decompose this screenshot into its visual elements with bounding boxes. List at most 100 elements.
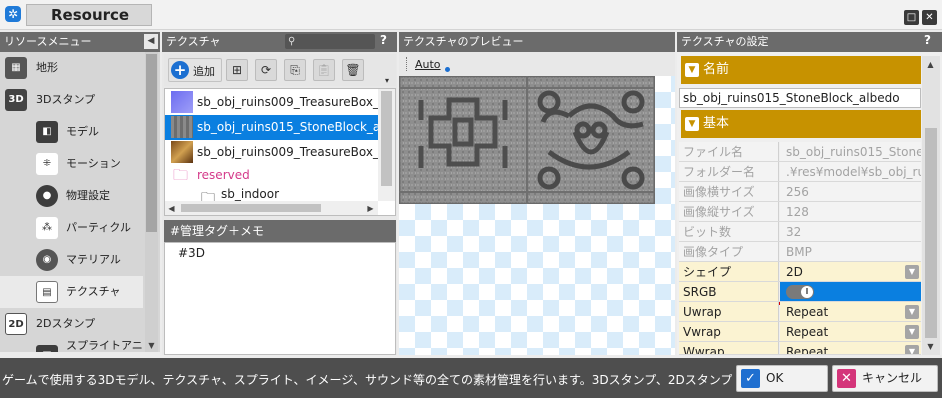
shape-row[interactable]: シェイプ 2D ▼ [679,262,921,282]
menu-item-material[interactable]: ◉ マテリアル [0,244,143,276]
chevron-down-icon: ▼ [685,117,699,131]
collapse-panel-icon[interactable]: ◀ [144,34,158,49]
folder-icon: 🗀︎ [173,166,189,184]
chevron-down-icon[interactable]: ▼ [905,345,919,354]
texture-name: sb_obj_ruins009_TreasureBox_normal [197,145,378,159]
scrollbar-thumb[interactable] [146,54,157,232]
scrollbar-thumb[interactable] [181,204,321,212]
3d-stamp-icon: 3D [5,89,27,111]
texture-name: sb_obj_ruins015_StoneBlock_albedo [197,120,378,134]
menu-item-particle[interactable]: ⁂ パーティクル [0,212,143,244]
property-label: シェイプ [679,262,779,281]
chevron-down-icon[interactable]: ▼ [905,305,919,319]
menu-item-label: 物理設定 [66,189,110,202]
basic-section-label: 基本 [703,116,730,131]
property-label: Uwrap [679,302,779,321]
window-title: Resource [26,4,152,26]
zoom-mode-dropdown[interactable]: Auto [415,58,441,71]
folder-item[interactable]: 🗀︎ reserved [165,163,378,188]
scrollbar-thumb[interactable] [925,128,937,338]
close-icon[interactable]: ✕ [922,10,937,25]
settings-header: テクスチャの設定 [677,32,942,52]
scroll-down-icon[interactable]: ▼ [145,339,158,352]
property-value: BMP [780,242,921,261]
texture-search-input[interactable]: ⚲ [285,34,375,49]
add-button-label: 追加 [193,65,215,78]
physics-icon: ● [36,185,58,207]
property-row: 画像縦サイズ 128 [679,202,921,222]
folder-name: reserved [197,168,250,182]
property-row: フォルダー名 .¥res¥model¥sb_obj_ruins015 [679,162,921,182]
texture-thumbnail [171,116,193,138]
scrollbar-thumb[interactable] [381,91,392,186]
property-label: Wwrap [679,342,779,354]
help-icon[interactable]: ? [380,33,387,47]
menu-item-2d-stamp[interactable]: 2D 2Dスタンプ [0,308,143,340]
menu-item-label: モーション [66,157,121,170]
toggle-knob: I [801,286,813,298]
menu-item-label: 地形 [36,61,58,74]
menu-item-sprite[interactable]: ▣ スプライトアニメ [0,340,143,352]
menu-item-terrain[interactable]: ▦ 地形 [0,52,143,84]
list-item[interactable]: sb_obj_ruins009_TreasureBox_albedo [165,90,378,115]
shape-select[interactable]: 2D ▼ [780,262,921,281]
new-folder-icon[interactable]: ⊞ [226,59,248,81]
property-label: Vwrap [679,322,779,341]
chevron-down-icon[interactable]: ▼ [905,325,919,339]
copy-icon[interactable]: ⎘ [284,59,306,81]
shape-value: 2D [786,265,803,279]
restore-icon[interactable]: □ [904,10,919,25]
srgb-toggle[interactable]: I [786,285,814,299]
toolbar-grip [406,57,408,71]
gear-icon[interactable]: ✲ [5,6,21,22]
texture-thumbnail [171,91,193,113]
vwrap-row[interactable]: Vwrap Repeat ▼ [679,322,921,342]
scroll-down-icon[interactable]: ▼ [924,340,937,353]
wwrap-select[interactable]: Repeat ▼ [780,342,921,354]
toolbar-overflow-icon[interactable]: ▾ [385,76,395,86]
settings-title: テクスチャの設定 [681,35,769,48]
cancel-button[interactable]: ✕ キャンセル [832,365,938,392]
folder-item[interactable]: 🗀︎ sb_indoor [165,186,378,201]
vwrap-select[interactable]: Repeat ▼ [780,322,921,341]
basic-section-header[interactable]: ▼ 基本 [681,110,921,138]
menu-item-3d-stamp[interactable]: 3D 3Dスタンプ [0,84,143,116]
srgb-row[interactable]: SRGB I [679,282,921,302]
property-value: 128 [780,202,921,221]
scroll-left-icon[interactable]: ◀ [165,202,178,215]
uwrap-select[interactable]: Repeat ▼ [780,302,921,321]
help-icon[interactable]: ? [924,33,931,47]
texture-name-field[interactable]: sb_obj_ruins015_StoneBlock_albedo [679,88,921,108]
ok-label: OK [766,371,784,385]
uwrap-row[interactable]: Uwrap Repeat ▼ [679,302,921,322]
menu-item-texture[interactable]: ▤ テクスチャ [0,276,143,308]
menu-item-label: モデル [66,125,99,138]
property-label: ビット数 [679,222,779,241]
menu-item-motion[interactable]: ⁜ モーション [0,148,143,180]
property-row: ビット数 32 [679,222,921,242]
scroll-right-icon[interactable]: ▶ [364,202,377,215]
list-item[interactable]: sb_obj_ruins015_StoneBlock_albedo [165,115,378,140]
texture-list-hscrollbar[interactable]: ◀ ▶ [165,201,378,215]
scroll-up-icon[interactable]: ▲ [924,58,937,71]
dropdown-indicator-icon [445,67,450,72]
property-label: ファイル名 [679,142,779,161]
menu-item-physics[interactable]: ● 物理設定 [0,180,143,212]
menu-item-label: パーティクル [66,221,132,234]
wwrap-row[interactable]: Wwrap Repeat ▼ [679,342,921,355]
texture-icon: ▤ [36,281,58,303]
tag-memo-header: #管理タグ＋メモ [164,220,396,242]
chevron-down-icon[interactable]: ▼ [905,265,919,279]
texture-list-vscrollbar[interactable] [378,89,395,201]
paste-icon[interactable]: 📋︎ [313,59,335,81]
ok-button[interactable]: ✓ OK [736,365,828,392]
menu-item-model[interactable]: ◧ モデル [0,116,143,148]
menu-item-label: マテリアル [66,253,121,266]
name-section-header[interactable]: ▼ 名前 [681,56,921,84]
list-item[interactable]: sb_obj_ruins009_TreasureBox_normal [165,140,378,165]
menu-item-label: スプライトアニメ [66,340,143,352]
delete-icon[interactable]: 🗑︎ [342,59,364,81]
reload-icon[interactable]: ⟳ [255,59,277,81]
add-texture-button[interactable]: + 追加 [168,58,222,82]
srgb-toggle-cell[interactable]: I [780,282,921,301]
